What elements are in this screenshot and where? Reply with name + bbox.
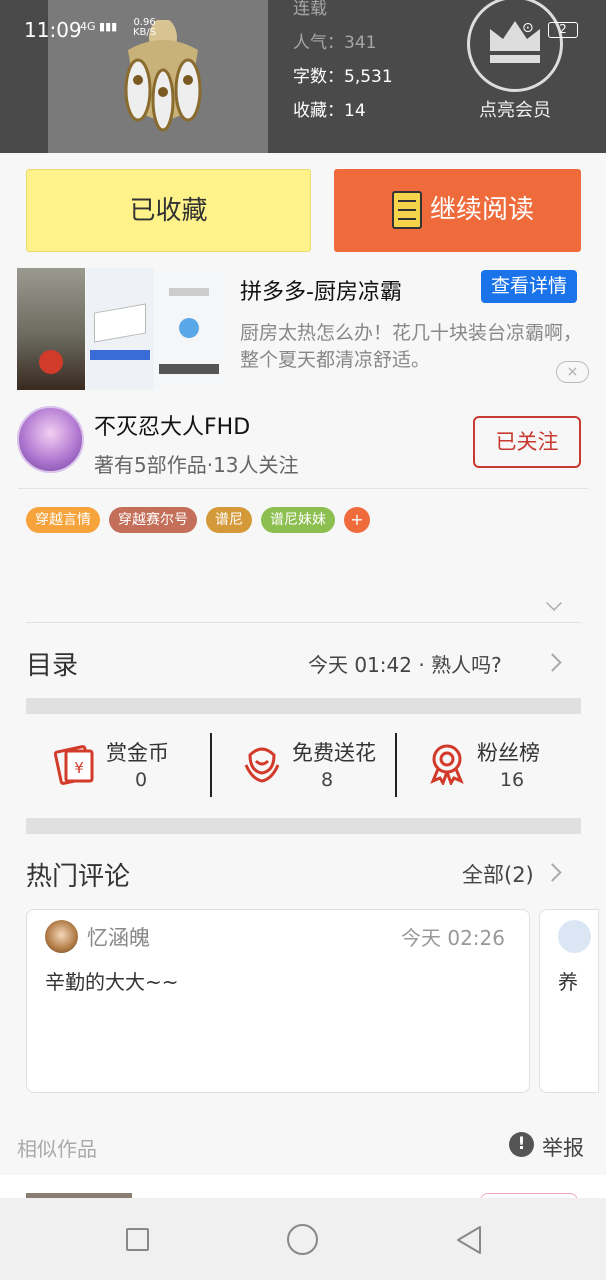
flower-icon — [244, 747, 280, 783]
follow-button[interactable]: 已关注 — [473, 416, 581, 468]
close-icon[interactable]: × — [556, 361, 589, 383]
battery-icon: 2 — [548, 22, 578, 38]
home-icon[interactable] — [287, 1224, 318, 1255]
chevron-right-icon[interactable] — [543, 863, 562, 882]
collected-button[interactable]: 已收藏 — [26, 169, 311, 252]
net-speed-unit: KB/S — [133, 27, 157, 38]
author-meta: 著有5部作品·13人关注 — [94, 453, 299, 477]
ad-banner[interactable]: 拼多多-厨房凉霸 查看详情 厨房太热怎么办！花几十块装台凉霸啊，整个夏天都清凉舒… — [0, 268, 606, 390]
reward-coin-label: 赏金币 — [106, 741, 169, 765]
chevron-down-icon[interactable] — [546, 595, 562, 611]
author-row[interactable]: 不灭忍大人FHD 著有5部作品·13人关注 已关注 — [0, 403, 606, 488]
tag-item[interactable]: 谱尼 — [206, 507, 252, 533]
commenter-name[interactable]: 忆涵魄 — [87, 922, 150, 952]
commenter-avatar[interactable] — [558, 920, 591, 953]
action-row: ¥ 赏金币 0 免费送花 8 粉丝榜 16 — [26, 723, 581, 803]
ad-image-1 — [17, 268, 85, 390]
report-button[interactable]: 举报 — [542, 1132, 584, 1162]
continue-reading-button[interactable]: 继续阅读 — [334, 169, 581, 252]
fan-ranking-label: 粉丝榜 — [477, 741, 540, 765]
ad-detail-button[interactable]: 查看详情 — [481, 270, 577, 303]
comment-text: 辛勤的大大~~ — [45, 970, 179, 994]
fan-ranking-button[interactable]: 粉丝榜 16 — [397, 723, 582, 803]
divider — [18, 488, 588, 489]
member-label: 点亮会员 — [479, 100, 551, 121]
signal-label: 4G — [80, 20, 96, 33]
status-time: 11:09 — [24, 18, 82, 42]
send-flower-count: 8 — [320, 769, 334, 791]
tag-item[interactable]: 穿越赛尔号 — [109, 507, 197, 533]
tag-item[interactable]: 谱尼妹妹 — [261, 507, 335, 533]
medal-icon — [430, 744, 464, 785]
author-avatar[interactable] — [17, 406, 84, 473]
all-comments-link[interactable]: 全部(2) — [462, 859, 534, 889]
catalog-title[interactable]: 目录 — [26, 645, 78, 682]
signal-icon: 4G ▮▮▮ — [80, 20, 118, 33]
book-detail-panel: 已收藏 继续阅读 拼多多-厨房凉霸 查看详情 厨房太热怎么办！花几十块装台凉霸啊… — [0, 153, 606, 1205]
fan-ranking-count: 16 — [499, 769, 525, 791]
chevron-right-icon[interactable] — [543, 653, 562, 672]
ad-image-2 — [86, 268, 154, 390]
back-icon[interactable] — [455, 1225, 483, 1255]
svg-text:¥: ¥ — [74, 759, 84, 777]
status-bar: 11:09 4G ▮▮▮ 0.96 KB/S ⊙ 2 — [0, 0, 606, 60]
section-separator — [26, 698, 581, 714]
reward-coin-button[interactable]: ¥ 赏金币 0 — [26, 723, 211, 803]
favorites-value: 14 — [344, 101, 366, 121]
system-nav-bar — [0, 1198, 606, 1280]
report-icon[interactable]: ! — [509, 1132, 534, 1157]
book-header: 连载 人气：341 字数：5,531 收藏：14 点亮会员 11:09 4G ▮… — [0, 0, 606, 153]
ad-description: 厨房太热怎么办！花几十块装台凉霸啊，整个夏天都清凉舒适。 — [240, 322, 583, 371]
divider — [26, 622, 581, 623]
send-flower-label: 免费送花 — [292, 741, 376, 765]
favorites-label: 收藏： — [293, 101, 344, 121]
words-value: 5,531 — [344, 67, 393, 87]
recent-apps-icon[interactable] — [126, 1228, 149, 1251]
add-tag-button[interactable]: + — [344, 507, 370, 533]
continue-reading-label: 继续阅读 — [430, 195, 535, 225]
book-icon — [392, 191, 422, 229]
catalog-latest-chapter[interactable]: 今天 01:42 · 熟人吗? — [308, 649, 502, 678]
words-label: 字数： — [293, 67, 344, 87]
tag-list: 穿越言情 穿越赛尔号 谱尼 谱尼妹妹 + — [26, 507, 370, 533]
network-speed: 0.96 KB/S — [133, 18, 156, 38]
comment-text: 养 — [558, 970, 578, 994]
hot-comments-title: 热门评论 — [26, 862, 131, 892]
ad-title: 拼多多-厨房凉霸 — [240, 280, 402, 305]
ad-image-3 — [155, 268, 223, 390]
similar-works-title: 相似作品 — [17, 1137, 97, 1161]
battery-level: 2 — [559, 22, 567, 36]
section-separator — [26, 818, 581, 834]
tag-item[interactable]: 穿越言情 — [26, 507, 100, 533]
comment-time: 今天 02:26 — [401, 926, 505, 950]
send-flower-button[interactable]: 免费送花 8 — [212, 723, 397, 803]
lock-icon: ⊙ — [522, 20, 534, 36]
author-name: 不灭忍大人FHD — [94, 415, 251, 440]
commenter-avatar[interactable] — [45, 920, 78, 953]
red-envelope-icon: ¥ — [54, 745, 94, 785]
comment-card[interactable]: 养 — [539, 909, 599, 1093]
reward-coin-count: 0 — [134, 769, 148, 791]
comment-card[interactable]: 忆涵魄 今天 02:26 辛勤的大大~~ — [26, 909, 530, 1093]
